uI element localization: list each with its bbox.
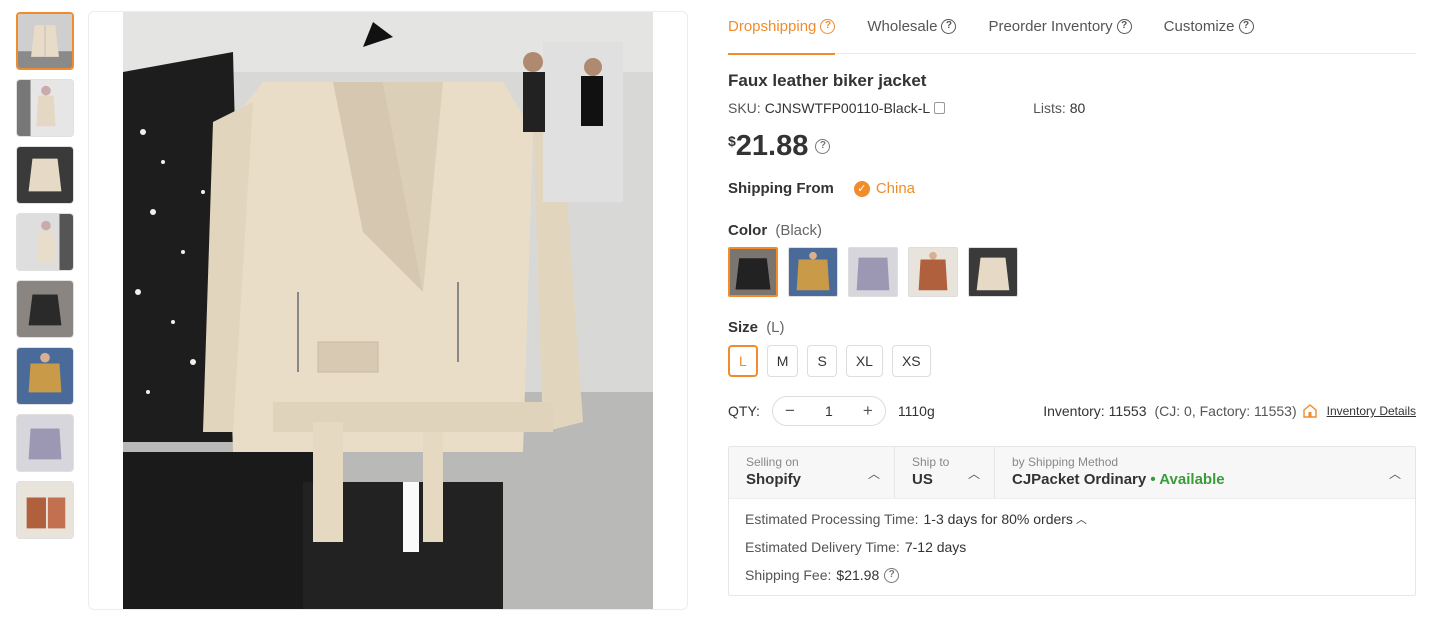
color-swatch-yellow[interactable] bbox=[788, 247, 838, 297]
purchase-mode-tabs: Dropshipping ? Wholesale ? Preorder Inve… bbox=[728, 0, 1416, 55]
shipping-fee-row: Shipping Fee: $21.98 ? bbox=[745, 567, 1399, 583]
tab-wholesale[interactable]: Wholesale ? bbox=[867, 0, 957, 54]
thumbnail-6[interactable] bbox=[16, 347, 74, 405]
size-label: Size bbox=[728, 319, 759, 336]
quantity-row: QTY: − 1 + 1110g Inventory: 11553 (CJ: 0… bbox=[728, 396, 1416, 426]
color-swatch-black[interactable] bbox=[728, 247, 778, 297]
size-option-l[interactable]: L bbox=[728, 345, 758, 377]
shipping-method-value: CJPacket Ordinary bbox=[1012, 471, 1147, 488]
size-option-xs[interactable]: XS bbox=[891, 345, 931, 377]
shipping-from-label: Shipping From bbox=[728, 180, 834, 197]
lists-value: 80 bbox=[1069, 100, 1086, 116]
color-label: Color bbox=[728, 222, 768, 239]
sku-row: SKU: CJNSWTFP00110-Black-L Lists: 80 bbox=[728, 100, 1416, 116]
thumbnail-5[interactable] bbox=[16, 280, 74, 338]
help-icon[interactable]: ? bbox=[941, 19, 957, 34]
shipping-estimates: Estimated Processing Time: 1-3 days for … bbox=[729, 499, 1415, 595]
ship-to-selector[interactable]: Ship to US ︿ bbox=[895, 447, 995, 498]
tab-label: Preorder Inventory bbox=[988, 18, 1113, 35]
help-icon[interactable]: ? bbox=[820, 19, 836, 34]
help-icon[interactable]: ? bbox=[815, 139, 831, 154]
size-option-m[interactable]: M bbox=[766, 345, 799, 377]
shipping-fee-value: $21.98 bbox=[836, 567, 880, 583]
product-details-panel: Dropshipping ? Wholesale ? Preorder Inve… bbox=[728, 0, 1416, 596]
product-title: Faux leather biker jacket bbox=[728, 71, 927, 90]
shipping-fee-label: Shipping Fee: bbox=[745, 567, 832, 583]
thumbnail-gallery bbox=[16, 12, 76, 548]
thumbnail-8[interactable] bbox=[16, 481, 74, 539]
help-icon[interactable]: ? bbox=[884, 567, 900, 583]
sku-label: SKU: bbox=[728, 100, 761, 116]
tab-preorder-inventory[interactable]: Preorder Inventory ? bbox=[988, 0, 1132, 54]
selling-on-label: Selling on bbox=[746, 455, 799, 469]
thumbnail-2[interactable] bbox=[16, 79, 74, 137]
thumbnail-7[interactable] bbox=[16, 414, 74, 472]
checkmark-icon: ✓ bbox=[853, 180, 870, 197]
processing-time-row: Estimated Processing Time: 1-3 days for … bbox=[745, 511, 1399, 527]
size-options: L M S XL XS bbox=[728, 345, 1416, 377]
tab-label: Dropshipping bbox=[728, 18, 817, 35]
processing-time-label: Estimated Processing Time: bbox=[745, 511, 919, 527]
tab-dropshipping[interactable]: Dropshipping ? bbox=[728, 0, 836, 55]
shipping-info-box: Selling on Shopify ︿ Ship to US ︿ by Shi… bbox=[728, 446, 1416, 596]
shipping-from: Shipping From ✓ China bbox=[728, 180, 1416, 197]
lists-count: Lists: 80 bbox=[1033, 100, 1085, 116]
price: $ 21.88 ? bbox=[728, 130, 1416, 162]
copy-icon[interactable] bbox=[934, 102, 946, 114]
size-option-xl[interactable]: XL bbox=[845, 345, 883, 377]
color-swatch-brown[interactable] bbox=[908, 247, 958, 297]
thumbnail-3[interactable] bbox=[16, 146, 74, 204]
thumbnail-4[interactable] bbox=[16, 213, 74, 271]
inventory-info: Inventory: 11553 (CJ: 0, Factory: 11553)… bbox=[1043, 403, 1416, 419]
decrement-button[interactable]: − bbox=[783, 401, 797, 421]
color-options bbox=[728, 247, 1416, 297]
color-selected: (Black) bbox=[775, 222, 823, 239]
qty-label: QTY: bbox=[728, 403, 760, 419]
size-label-row: Size (L) bbox=[728, 319, 1416, 336]
selling-on-value: Shopify bbox=[746, 471, 801, 488]
color-label-row: Color (Black) bbox=[728, 222, 1416, 239]
shipping-method-selector[interactable]: by Shipping Method CJPacket Ordinary • A… bbox=[995, 447, 1415, 498]
size-option-s[interactable]: S bbox=[807, 345, 837, 377]
chevron-up-icon: ︿ bbox=[967, 467, 980, 481]
increment-button[interactable]: + bbox=[861, 401, 875, 421]
selling-on-selector[interactable]: Selling on Shopify ︿ bbox=[729, 447, 895, 498]
chevron-up-icon[interactable]: ︿ bbox=[1076, 511, 1087, 527]
main-product-image-frame bbox=[88, 11, 688, 610]
inventory-breakdown: (CJ: 0, Factory: 11553) bbox=[1154, 403, 1297, 419]
color-swatch-purple[interactable] bbox=[848, 247, 898, 297]
tab-label: Customize bbox=[1163, 18, 1235, 35]
inventory-count: Inventory: 11553 bbox=[1043, 403, 1147, 419]
product-weight: 1110g bbox=[897, 403, 935, 419]
warehouse-icon bbox=[1302, 404, 1317, 418]
quantity-stepper: − 1 + bbox=[771, 396, 886, 426]
inventory-details-link[interactable]: Inventory Details bbox=[1327, 404, 1416, 418]
delivery-time-row: Estimated Delivery Time: 7-12 days bbox=[745, 539, 1399, 555]
tab-label: Wholesale bbox=[867, 18, 938, 35]
price-amount: 21.88 bbox=[735, 130, 809, 162]
shipping-from-country[interactable]: China bbox=[876, 180, 915, 197]
currency-symbol: $ bbox=[728, 133, 736, 149]
main-product-image[interactable] bbox=[123, 12, 653, 610]
help-icon[interactable]: ? bbox=[1238, 19, 1254, 34]
availability-status: • Available bbox=[1150, 471, 1225, 488]
tab-customize[interactable]: Customize ? bbox=[1164, 0, 1254, 54]
lists-label: Lists: bbox=[1033, 100, 1066, 116]
delivery-time-label: Estimated Delivery Time: bbox=[745, 539, 900, 555]
color-swatch-beige[interactable] bbox=[968, 247, 1018, 297]
size-selected: (L) bbox=[766, 319, 785, 336]
processing-time-value: 1-3 days for 80% orders bbox=[923, 511, 1073, 527]
thumbnail-1[interactable] bbox=[16, 12, 74, 70]
quantity-value[interactable]: 1 bbox=[825, 403, 833, 419]
help-icon[interactable]: ? bbox=[1116, 19, 1132, 34]
shipping-selectors: Selling on Shopify ︿ Ship to US ︿ by Shi… bbox=[729, 447, 1415, 499]
chevron-up-icon: ︿ bbox=[867, 467, 880, 481]
chevron-up-icon: ︿ bbox=[1388, 467, 1401, 481]
sku-value: CJNSWTFP00110-Black-L bbox=[764, 100, 931, 116]
shipping-method-label: by Shipping Method bbox=[1012, 455, 1119, 469]
shipping-method-value-row: CJPacket Ordinary • Available bbox=[1012, 471, 1399, 488]
delivery-time-value: 7-12 days bbox=[904, 539, 967, 555]
